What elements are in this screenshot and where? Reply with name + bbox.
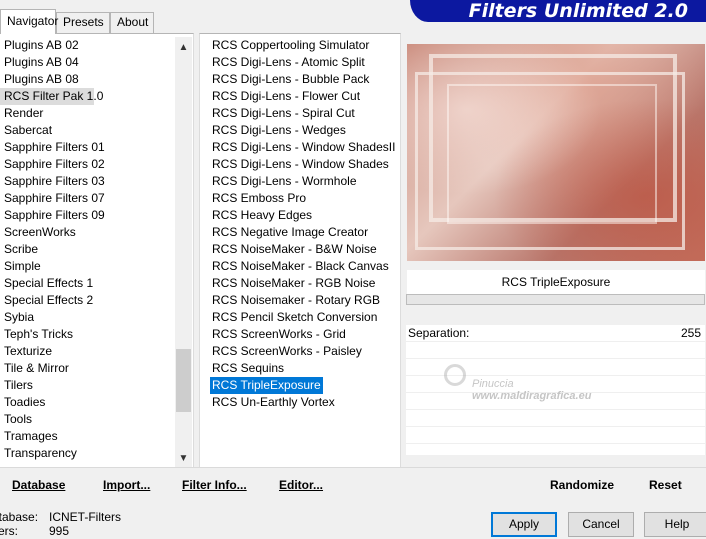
filter-item[interactable]: RCS Un-Earthly Vortex	[210, 394, 397, 411]
category-item[interactable]: Transparency	[0, 445, 176, 462]
filter-item[interactable]: RCS Digi-Lens - Flower Cut	[210, 88, 397, 105]
category-scrollbar[interactable]: ▲ ▼	[175, 37, 192, 467]
status-area: atabase: ICNET-Filters lters: 995	[0, 510, 200, 538]
category-item[interactable]: Plugins AB 08	[0, 71, 176, 88]
filter-item[interactable]: RCS ScreenWorks - Grid	[210, 326, 397, 343]
status-filters: lters: 995	[0, 524, 200, 538]
filter-info-button[interactable]: Filter Info...	[182, 478, 247, 492]
reset-button[interactable]: Reset	[649, 478, 682, 492]
status-filters-label: lters:	[0, 524, 19, 538]
watermark: Pinuccia www.maldiragrafica.eu	[438, 360, 638, 410]
watermark-line1: Pinuccia	[472, 378, 514, 390]
help-button[interactable]: Help	[644, 512, 706, 537]
category-item[interactable]: Sapphire Filters 03	[0, 173, 176, 190]
param-label: Separation:	[408, 326, 470, 340]
category-item[interactable]: Sapphire Filters 07	[0, 190, 176, 207]
category-item[interactable]: Scribe	[0, 241, 176, 258]
category-list: Plugins AB 02 Plugins AB 04 Plugins AB 08 R…	[0, 37, 176, 462]
filter-item[interactable]: RCS Digi-Lens - Window Shades	[210, 156, 397, 173]
category-item[interactable]: Plugins AB 04	[0, 54, 176, 71]
category-item[interactable]: Toadies	[0, 394, 176, 411]
tab-bar: Navigator Presets About	[0, 9, 410, 34]
category-item[interactable]: Special Effects 2	[0, 292, 176, 309]
filter-item[interactable]: RCS Digi-Lens - Wormhole	[210, 173, 397, 190]
param-row	[406, 342, 705, 359]
category-item[interactable]: ScreenWorks	[0, 224, 176, 241]
filter-item[interactable]: RCS Negative Image Creator	[210, 224, 397, 241]
category-item[interactable]: Plugins AB 02	[0, 37, 176, 54]
category-item[interactable]: Render	[0, 105, 176, 122]
status-database-value: ICNET-Filters	[49, 510, 121, 524]
filter-item[interactable]: RCS Sequins	[210, 360, 397, 377]
category-item[interactable]: Sabercat	[0, 122, 176, 139]
filter-item[interactable]: RCS Digi-Lens - Spiral Cut	[210, 105, 397, 122]
filter-item[interactable]: RCS Digi-Lens - Wedges	[210, 122, 397, 139]
tab-navigator[interactable]: Navigator	[0, 9, 58, 34]
status-database-label: atabase:	[0, 510, 39, 524]
category-list-panel: Plugins AB 02 Plugins AB 04 Plugins AB 08 R…	[0, 33, 194, 467]
status-database: atabase: ICNET-Filters	[0, 510, 200, 524]
param-value: 255	[680, 326, 701, 340]
import-button[interactable]: Import...	[103, 478, 150, 492]
filter-item[interactable]: RCS Heavy Edges	[210, 207, 397, 224]
filter-item[interactable]: RCS Coppertooling Simulator	[210, 37, 397, 54]
tab-presets[interactable]: Presets	[56, 12, 110, 33]
scroll-up-icon[interactable]: ▲	[175, 39, 192, 56]
randomize-button[interactable]: Randomize	[550, 478, 614, 492]
app-banner: Filters Unlimited 2.0	[410, 0, 706, 22]
category-item[interactable]: Sybia	[0, 309, 176, 326]
apply-button[interactable]: Apply	[491, 512, 557, 537]
param-row-separation[interactable]: Separation: 255	[406, 325, 705, 342]
scroll-down-icon[interactable]: ▼	[175, 450, 192, 467]
category-item[interactable]: Texturize	[0, 343, 176, 360]
filter-item[interactable]: RCS NoiseMaker - Black Canvas	[210, 258, 397, 275]
filter-item[interactable]: RCS Digi-Lens - Atomic Split	[210, 54, 397, 71]
preview-image	[407, 44, 705, 261]
tab-about[interactable]: About	[110, 12, 154, 33]
filter-item[interactable]: RCS TripleExposure	[210, 377, 323, 394]
category-item[interactable]: Sapphire Filters 02	[0, 156, 176, 173]
progress-bar	[406, 294, 705, 305]
filter-item[interactable]: RCS Pencil Sketch Conversion	[210, 309, 397, 326]
filter-title: RCS TripleExposure	[407, 270, 705, 294]
filter-item[interactable]: RCS NoiseMaker - B&W Noise	[210, 241, 397, 258]
category-item[interactable]: Sapphire Filters 01	[0, 139, 176, 156]
filter-item[interactable]: RCS Noisemaker - Rotary RGB	[210, 292, 397, 309]
database-button[interactable]: Database	[12, 478, 65, 492]
category-item[interactable]: Simple	[0, 258, 176, 275]
category-item[interactable]: Tile & Mirror	[0, 360, 176, 377]
scroll-thumb[interactable]	[176, 349, 191, 412]
cancel-button[interactable]: Cancel	[568, 512, 634, 537]
editor-button[interactable]: Editor...	[279, 478, 323, 492]
filter-item[interactable]: RCS Digi-Lens - Window ShadesII	[210, 139, 397, 156]
preview-frame	[447, 84, 657, 224]
filter-item[interactable]: RCS Emboss Pro	[210, 190, 397, 207]
param-row	[406, 427, 705, 444]
category-item[interactable]: Teph's Tricks	[0, 326, 176, 343]
category-item[interactable]: RCS Filter Pak 1.0	[0, 88, 103, 105]
filter-list: RCS Coppertooling Simulator RCS Digi-Lens…	[210, 37, 397, 411]
filter-item[interactable]: RCS ScreenWorks - Paisley	[210, 343, 397, 360]
category-item[interactable]: Sapphire Filters 09	[0, 207, 176, 224]
category-item[interactable]: Special Effects 1	[0, 275, 176, 292]
filter-item[interactable]: RCS Digi-Lens - Bubble Pack	[210, 71, 397, 88]
filter-list-panel: RCS Coppertooling Simulator RCS Digi-Lens…	[199, 33, 401, 467]
status-filters-value: 995	[49, 524, 70, 538]
toolbar: Database Import... Filter Info... Editor…	[0, 467, 706, 499]
filter-item[interactable]: RCS NoiseMaker - RGB Noise	[210, 275, 397, 292]
category-item[interactable]: Tools	[0, 411, 176, 428]
watermark-logo-icon	[444, 364, 466, 386]
param-row	[406, 410, 705, 427]
category-item[interactable]: Tilers	[0, 377, 176, 394]
category-item[interactable]: Tramages	[0, 428, 176, 445]
watermark-line2: www.maldiragrafica.eu	[472, 390, 592, 402]
